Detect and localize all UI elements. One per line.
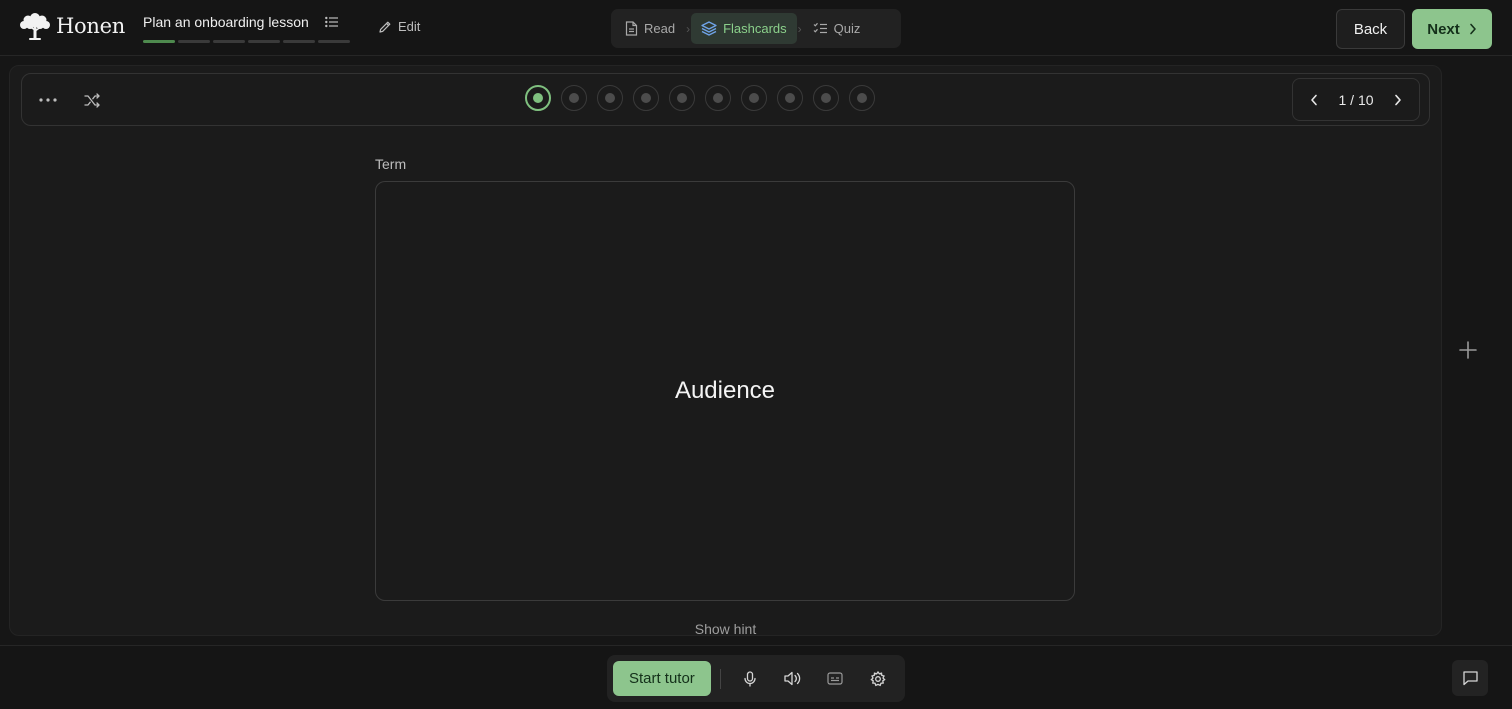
more-options-icon[interactable] [37, 89, 59, 111]
card-side-label: Term [375, 156, 407, 172]
add-card-icon[interactable] [1456, 338, 1480, 362]
chevron-right-icon: › [797, 21, 802, 36]
tutor-controls: Start tutor [607, 655, 905, 702]
document-icon [625, 21, 638, 36]
card-dot-2[interactable] [561, 85, 587, 111]
gear-icon[interactable] [856, 661, 899, 696]
step-quiz[interactable]: Quiz [803, 13, 871, 44]
card-dot-5[interactable] [669, 85, 695, 111]
card-dot-6[interactable] [705, 85, 731, 111]
card-dot-8[interactable] [777, 85, 803, 111]
progress-segment [178, 40, 210, 43]
lesson-progress-bar [143, 40, 350, 43]
flashcard[interactable]: Audience [375, 181, 1075, 601]
bottom-toolbar: Start tutor [0, 645, 1512, 709]
progress-segment [283, 40, 315, 43]
chat-icon[interactable] [1452, 660, 1488, 696]
progress-segment [143, 40, 175, 43]
step-read-label: Read [644, 21, 676, 36]
chevron-right-icon [1469, 23, 1477, 35]
progress-segment [318, 40, 350, 43]
edit-label: Edit [398, 19, 421, 34]
checklist-icon [813, 22, 828, 35]
step-flashcards-label: Flashcards [723, 21, 787, 36]
divider [719, 668, 721, 689]
top-header: Honen Plan an onboarding lesson Edit Rea… [0, 0, 1512, 56]
show-hint-link[interactable]: Show hint [10, 621, 1441, 635]
flashcard-toolbar: 1 / 10 [21, 73, 1430, 126]
start-tutor-button[interactable]: Start tutor [613, 661, 711, 696]
app-name: Honen [56, 14, 125, 38]
edit-button[interactable]: Edit [378, 19, 420, 34]
step-read[interactable]: Read [615, 13, 685, 44]
next-label: Next [1427, 20, 1460, 38]
card-progress-dots [525, 85, 875, 111]
card-dot-3[interactable] [597, 85, 623, 111]
next-button[interactable]: Next [1412, 9, 1492, 49]
card-dot-1[interactable] [525, 85, 551, 111]
step-flashcards[interactable]: Flashcards [691, 13, 797, 44]
mode-stepper: Read › Flashcards › Quiz [611, 9, 901, 48]
previous-card-button[interactable] [1303, 89, 1325, 111]
progress-segment [248, 40, 280, 43]
card-counter: 1 / 10 [1338, 91, 1374, 108]
outline-list-icon[interactable] [324, 16, 339, 28]
tree-logo-icon [19, 11, 51, 41]
back-button[interactable]: Back [1336, 9, 1405, 49]
layers-icon [701, 21, 717, 36]
app-logo[interactable]: Honen [19, 11, 125, 41]
lesson-title: Plan an onboarding lesson [143, 14, 309, 30]
card-pager: 1 / 10 [1292, 78, 1420, 121]
card-dot-9[interactable] [813, 85, 839, 111]
flashcard-panel: 1 / 10 Term Audience Show hint [9, 65, 1442, 636]
pencil-icon [378, 20, 392, 34]
captions-icon[interactable] [814, 661, 857, 696]
card-dot-10[interactable] [849, 85, 875, 111]
lesson-header: Plan an onboarding lesson [143, 14, 350, 43]
step-quiz-label: Quiz [833, 21, 861, 36]
card-dot-7[interactable] [741, 85, 767, 111]
shuffle-icon[interactable] [81, 89, 103, 111]
microphone-icon[interactable] [729, 661, 772, 696]
speaker-icon[interactable] [771, 661, 814, 696]
chevron-right-icon: › [686, 21, 691, 36]
card-dot-4[interactable] [633, 85, 659, 111]
progress-segment [213, 40, 245, 43]
flashcard-term: Audience [674, 377, 776, 404]
next-card-button[interactable] [1387, 89, 1409, 111]
